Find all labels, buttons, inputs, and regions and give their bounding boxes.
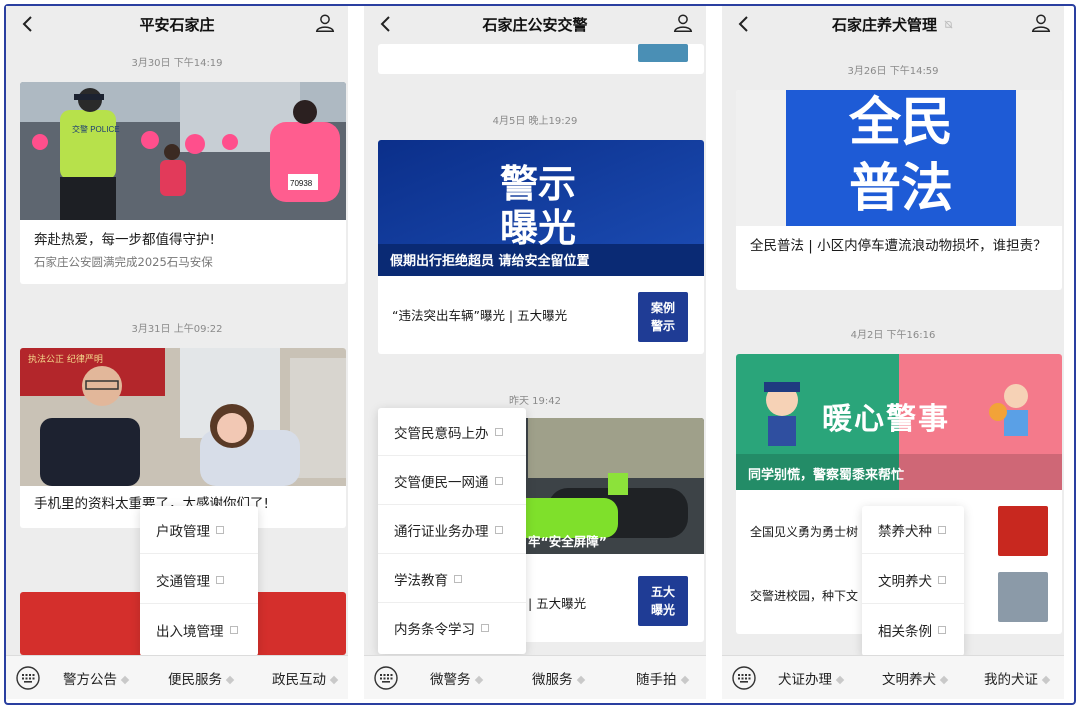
top-bar: 石家庄公安交警 [364, 6, 706, 42]
chat-screen-2: 石家庄公安交警 4月5日 晚上19:29 警示 曝光 假期出行拒绝超员 请给安全… [364, 6, 706, 699]
menu-item-jinyang-quanzhong[interactable]: 禁养犬种 [862, 506, 964, 554]
article-title: 全民普法 | 小区内停车遭流浪动物损坏，谁担责？ [750, 238, 1047, 254]
timestamp: 4月2日 下午16:16 [850, 330, 936, 341]
timestamp: 3月26日 下午14:59 [847, 66, 939, 77]
article-title: 奔赴热爱，每一步都值得守护! [34, 232, 215, 248]
bottom-menu-bar: 微警务 微服务 随手拍 [364, 655, 706, 699]
menu-zhengmin-hudong[interactable]: 政民互动 [272, 668, 339, 688]
article-thumbnail: 案例 警示 [638, 292, 688, 342]
menu-item-minyima[interactable]: 交管民意码上办 [378, 408, 526, 456]
menu-wei-fuwu[interactable]: 微服务 [532, 668, 585, 688]
article-item-title: “违法突出车辆”曝光 | 五大曝光 [392, 308, 568, 323]
police-vest-label: 交警 POLICE [72, 124, 120, 134]
banner-caption: 同学别慌，警察蜀黍来帮忙 [748, 468, 905, 483]
bottom-menu-bar: 警方公告 便民服务 政民互动 [6, 655, 348, 699]
page-title: 平安石家庄 [139, 15, 215, 34]
banner-headline: 警示 曝光 [499, 162, 576, 250]
article-card[interactable]: 警示 曝光 假期出行拒绝超员 请给安全留位置 “违法突出车辆”曝光 | 五大曝光… [378, 140, 704, 354]
menu-wenming-yangquan[interactable]: 文明养犬 [882, 668, 949, 688]
menu-item-xiangguan-tiaoli[interactable]: 相关条例 [862, 606, 964, 654]
menu-item-wenming-yangquan[interactable]: 文明养犬 [862, 556, 964, 604]
page-title: 石家庄养犬管理 [831, 15, 937, 34]
article-item-title: 全国见义勇为勇士树 [750, 525, 859, 539]
menu-item-tongxingzheng[interactable]: 通行证业务办理 [378, 506, 526, 554]
article-thumbnail [638, 44, 688, 62]
menu-item-jiaotong[interactable]: 交通管理 [140, 556, 258, 604]
user-icon[interactable] [672, 12, 694, 34]
article-item-title: 交警进校园，种下文 [750, 589, 859, 603]
bell-off-icon [944, 20, 953, 28]
chevron-left-icon[interactable] [16, 12, 40, 36]
menu-item-xuefa[interactable]: 学法教育 [378, 555, 526, 603]
banner-caption: 牢“安全屏障” [528, 534, 607, 549]
chevron-left-icon[interactable] [732, 12, 756, 36]
article-thumbnail: 五大 曝光 [638, 576, 688, 626]
article-card[interactable]: 全民 普法 全民普法 | 小区内停车遭流浪动物损坏，谁担责？ [736, 90, 1062, 290]
popup-menu: 禁养犬种 文明养犬 相关条例 [862, 506, 964, 656]
article-card[interactable]: 交警 POLICE 70938 奔赴热爱，每一步都值得守护! 石家庄公安圆满完成… [20, 82, 346, 284]
school-photo-thumbnail [998, 572, 1048, 622]
user-icon[interactable] [1030, 12, 1052, 34]
menu-jingfang-gonggao[interactable]: 警方公告 [63, 668, 130, 688]
keyboard-icon[interactable] [374, 666, 398, 690]
office-banner-text: 执法公正 纪律严明 [28, 353, 103, 365]
popup-menu: 交管民意码上办 交管便民一网通 通行证业务办理 学法教育 内务条令学习 [378, 408, 526, 654]
police-office-photo: 执法公正 纪律严明 [20, 348, 346, 486]
menu-item-churujing[interactable]: 出入境管理 [140, 606, 258, 654]
menu-item-yiwangtong[interactable]: 交管便民一网通 [378, 457, 526, 505]
top-bar: 石家庄养犬管理 [722, 6, 1064, 42]
menu-bianmin-fuwu[interactable]: 便民服务 [168, 668, 235, 688]
user-icon[interactable] [314, 12, 336, 34]
menu-quanzheng-banli[interactable]: 犬证办理 [778, 668, 845, 688]
timestamp: 4月5日 晚上19:29 [492, 116, 578, 127]
popup-menu: 户政管理 交通管理 出入境管理 [140, 506, 258, 656]
banner-caption: 假期出行拒绝超员 请给安全留位置 [390, 254, 590, 269]
top-bar: 平安石家庄 [6, 6, 348, 42]
timestamp: 3月30日 下午14:19 [131, 58, 223, 69]
page-title: 石家庄公安交警 [482, 15, 588, 34]
menu-item-neiwu[interactable]: 内务条令学习 [378, 604, 526, 652]
keyboard-icon[interactable] [732, 666, 756, 690]
article-card-partial[interactable] [378, 44, 704, 74]
bottom-menu-bar: 犬证办理 文明养犬 我的犬证 [722, 655, 1064, 699]
article-item-title: | 五大曝光 [528, 596, 587, 611]
police-emblem-thumbnail [998, 506, 1048, 556]
chat-screen-1: 平安石家庄 3月30日 下午14:19 交警 POLICE 70938 奔赴热爱… [6, 6, 348, 699]
timestamp: 昨天 19:42 [509, 396, 561, 407]
menu-wei-jingwu[interactable]: 微警务 [430, 668, 483, 688]
chat-screen-3: 石家庄养犬管理 3月26日 下午14:59 全民 普法 全民普法 | 小区内停车… [722, 6, 1064, 699]
article-subtitle: 石家庄公安圆满完成2025石马安保 [34, 255, 213, 269]
menu-suishoupai[interactable]: 随手拍 [636, 668, 689, 688]
bib-number: 70938 [290, 179, 313, 188]
keyboard-icon[interactable] [16, 666, 40, 690]
menu-wode-quanzheng[interactable]: 我的犬证 [984, 668, 1051, 688]
marathon-photo: 交警 POLICE 70938 [20, 82, 346, 220]
article-card[interactable]: 执法公正 纪律严明 手机里的资料太重要了，太感谢你们了! [20, 348, 346, 528]
menu-item-huzheng[interactable]: 户政管理 [140, 506, 258, 554]
banner-headline: 暖心警事 [822, 402, 950, 437]
chevron-left-icon[interactable] [374, 12, 398, 36]
banner-headline: 全民 普法 [848, 93, 953, 219]
timestamp: 3月31日 上午09:22 [131, 324, 223, 335]
